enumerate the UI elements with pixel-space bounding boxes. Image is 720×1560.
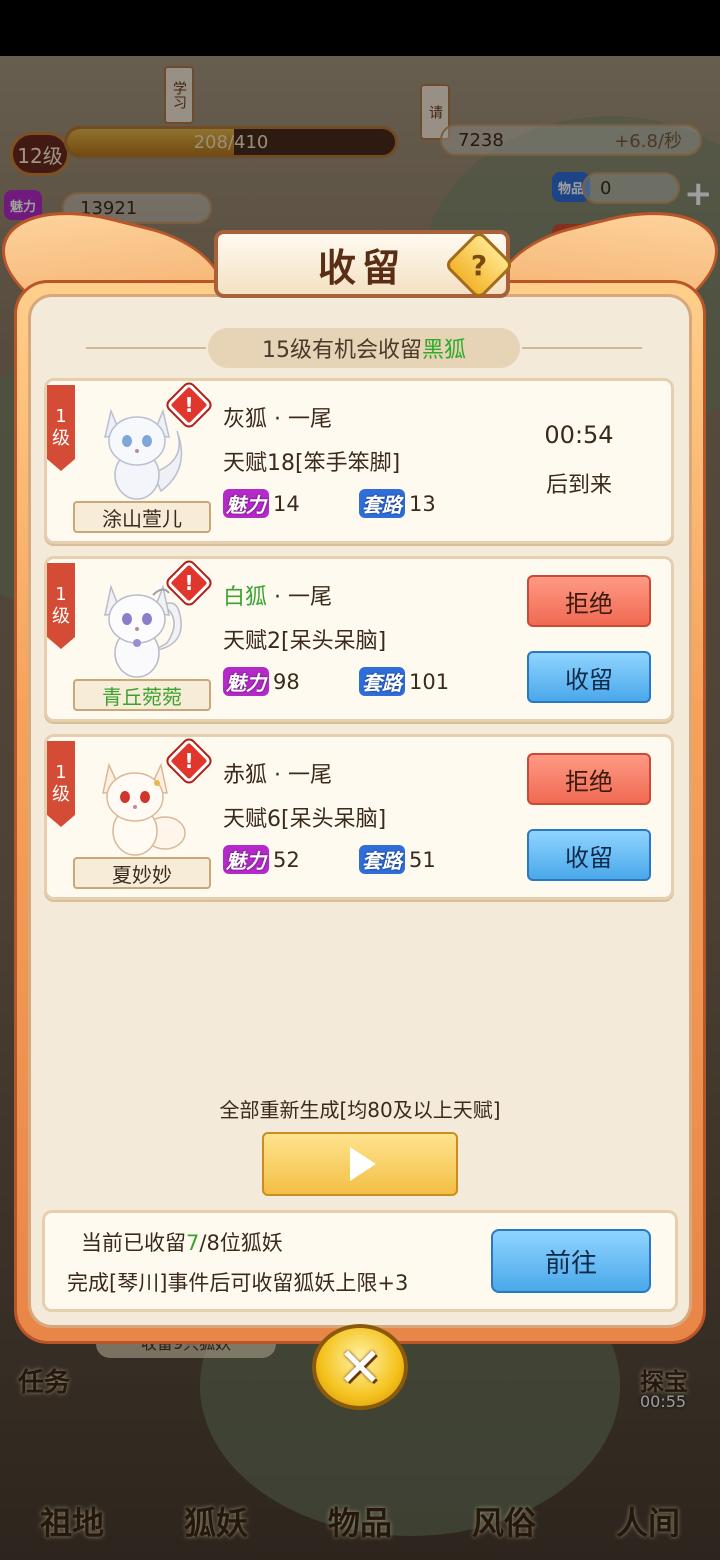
divider	[522, 347, 642, 349]
regenerate-label: 全部重新生成[均80及以上天赋]	[219, 1098, 501, 1122]
capacity-hint: 完成[琴川]事件后可收留狐妖上限+3	[67, 1271, 409, 1295]
question-icon: ?	[470, 248, 488, 282]
trick-stat: 套路 101	[359, 667, 449, 696]
adopt-count-suffix: /8位狐妖	[199, 1231, 283, 1255]
fox-card: 1级 ! 夏妙妙 赤狐 · 一尾 天赋6[呆头呆脑] 魅力 52 套路 51 拒绝 …	[44, 734, 674, 900]
trick-icon: 套路	[359, 667, 405, 696]
fox-name: 涂山萱儿	[73, 501, 211, 533]
fox-talent: 天赋18[笨手笨脚]	[223, 451, 401, 476]
adopt-button[interactable]: 收留	[527, 829, 651, 881]
level-number: 1	[55, 584, 67, 606]
divider	[86, 347, 206, 349]
level-number: 1	[55, 406, 67, 428]
close-icon: ✕	[337, 1335, 383, 1399]
level-unit: 级	[52, 784, 70, 805]
trick-stat: 套路 51	[359, 845, 436, 874]
charm-stat: 魅力 98	[223, 667, 300, 696]
adopt-hint: 15级有机会收留 黑狐	[208, 328, 520, 368]
adopt-count: 当前已收留7/8位狐妖	[81, 1227, 283, 1257]
reject-button[interactable]: 拒绝	[527, 753, 651, 805]
reject-button[interactable]: 拒绝	[527, 575, 651, 627]
close-button[interactable]: ✕	[312, 1324, 408, 1410]
fox-name: 夏妙妙	[73, 857, 211, 889]
regenerate-ad-button[interactable]	[262, 1132, 458, 1196]
fox-tails: · 一尾	[267, 763, 332, 788]
charm-icon: 魅力	[223, 845, 269, 874]
level-ribbon: 1级	[47, 741, 75, 827]
adopt-hint-text: 15级有机会收留	[261, 338, 422, 363]
trick-stat: 套路 13	[359, 489, 436, 518]
fox-breed: 白狐	[223, 585, 268, 610]
fox-type: 白狐 · 一尾	[223, 579, 332, 611]
trick-icon: 套路	[359, 489, 405, 518]
trick-value: 13	[409, 491, 436, 516]
fox-tails: · 一尾	[267, 407, 332, 432]
charm-stat: 魅力 14	[223, 489, 300, 518]
fox-tails: · 一尾	[267, 585, 332, 610]
trick-value: 51	[409, 847, 436, 872]
status-bar	[0, 0, 720, 56]
play-icon	[350, 1147, 376, 1181]
charm-icon: 魅力	[223, 667, 269, 696]
charm-value: 98	[273, 669, 300, 694]
goto-button[interactable]: 前往	[491, 1229, 651, 1293]
level-unit: 级	[52, 606, 70, 627]
charm-icon: 魅力	[223, 489, 269, 518]
fox-type: 赤狐 · 一尾	[223, 757, 332, 789]
fox-card: 1级 ! 青丘菀菀 白狐 · 一尾 天赋2[呆头呆脑] 魅力 98 套路 101 拒…	[44, 556, 674, 722]
fox-type: 灰狐 · 一尾	[223, 401, 332, 433]
trick-icon: 套路	[359, 845, 405, 874]
arrival-label: 后到来	[545, 473, 612, 498]
fox-talent: 天赋2[呆头呆脑]	[223, 629, 387, 654]
charm-value: 52	[273, 847, 300, 872]
adopt-button[interactable]: 收留	[527, 651, 651, 703]
fox-name: 青丘菀菀	[73, 679, 211, 711]
fox-talent: 天赋6[呆头呆脑]	[223, 807, 387, 832]
fox-breed: 赤狐	[223, 763, 268, 788]
level-ribbon: 1级	[47, 385, 75, 471]
adopt-modal: 收留 ? 15级有机会收留 黑狐 1级 ! 涂山萱儿 灰狐 · 一尾 天赋18[笨…	[2, 190, 718, 1350]
trick-value: 101	[409, 669, 450, 694]
modal-title: 收留	[317, 245, 406, 290]
adopt-count-current: 7	[186, 1231, 200, 1255]
arrival-timer: 00:54	[544, 421, 614, 449]
adopt-count-prefix: 当前已收留	[81, 1231, 186, 1255]
adopt-capacity-panel: 当前已收留7/8位狐妖 完成[琴川]事件后可收留狐妖上限+3 前往	[42, 1210, 678, 1312]
fox-breed: 灰狐	[223, 407, 268, 432]
level-number: 1	[55, 762, 67, 784]
charm-value: 14	[273, 491, 300, 516]
adopt-hint-highlight: 黑狐	[421, 338, 466, 363]
level-ribbon: 1级	[47, 563, 75, 649]
charm-stat: 魅力 52	[223, 845, 300, 874]
fox-card: 1级 ! 涂山萱儿 灰狐 · 一尾 天赋18[笨手笨脚] 魅力 14 套路 13 0…	[44, 378, 674, 544]
level-unit: 级	[52, 428, 70, 449]
